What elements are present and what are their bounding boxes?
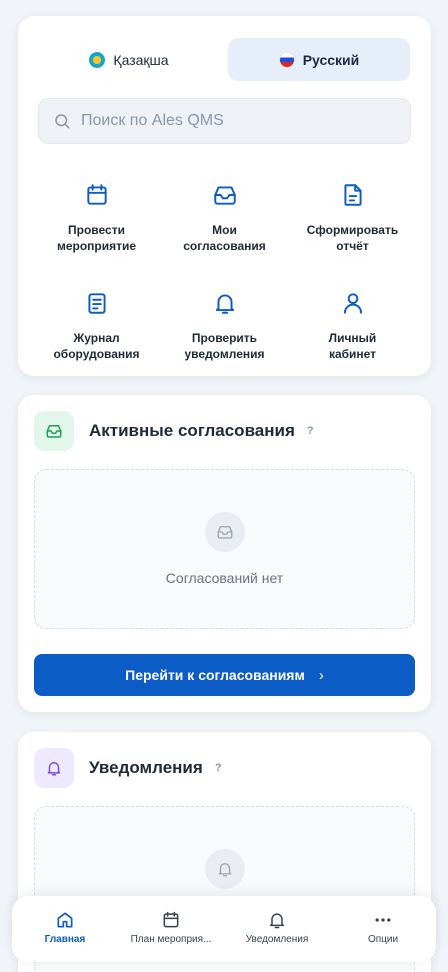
nav-options[interactable]: Опции [330,896,436,962]
quick-action-personal-account[interactable]: Личный кабинет [284,290,421,362]
nav-notifications-label: Уведомления [245,934,309,945]
nav-notifications[interactable]: Уведомления [224,896,330,962]
empty-bell-icon [205,849,245,889]
approvals-empty-state: Согласований нет [34,469,415,629]
search-bar[interactable] [38,98,411,144]
nav-home-label: Главная [44,934,86,945]
calendar-icon [86,184,107,205]
calendar-icon [163,911,179,928]
quick-action-label: Личный кабинет [328,331,377,361]
bell-icon [215,294,234,314]
approvals-title: Активные согласования [89,421,295,440]
nav-options-label: Опции [367,934,399,945]
notifications-title: Уведомления [89,758,203,777]
user-icon [343,293,362,314]
quick-action-label: Провести мероприятие [56,223,137,253]
quick-action-check-notifications[interactable]: Проверить уведомления [156,290,293,362]
search-icon [55,114,70,129]
approvals-header: Активные согласования ? [34,411,314,451]
quick-action-label: Проверить уведомления [184,331,265,361]
quick-actions-card: Қазақша Русский Провестимероприятие Моис… [18,16,431,376]
empty-inbox-icon [205,512,245,552]
notifications-icon-badge [34,748,74,788]
quick-action-label: Журнал оборудования [53,331,140,361]
notifications-header: Уведомления ? [34,748,222,788]
inbox-icon [213,186,236,205]
approvals-help-button[interactable]: ? [307,425,314,437]
language-russian-label: Русский [302,51,360,68]
inbox-icon [46,425,62,438]
quick-action-label: Сформировать отчёт [306,223,399,253]
notifications-help-button[interactable]: ? [215,762,222,774]
approvals-empty-text: Согласований нет [165,570,284,586]
bell-icon [47,762,61,776]
nav-event-plan[interactable]: План мероприя... [118,896,224,962]
kazakhstan-flag-icon [89,51,106,68]
quick-action-conduct-event[interactable]: Провести мероприятие [28,182,165,254]
quick-action-label: Мои согласования [183,223,266,253]
home-icon [57,912,73,928]
language-switch: Қазақша Русский [38,38,411,82]
go-to-approvals-label: Перейти к согласованиям [125,667,305,683]
language-russian-button[interactable]: Русский [228,38,410,81]
approvals-icon-badge [34,411,74,451]
language-kazakh-label: Қазақша [113,51,169,68]
search-input[interactable] [81,112,381,130]
bell-icon [270,913,284,929]
journal-icon [87,293,106,314]
language-kazakh-button[interactable]: Қазақша [38,38,220,81]
russia-flag-icon [278,51,295,68]
nav-home[interactable]: Главная [12,896,118,962]
go-to-approvals-button[interactable]: Перейти к согласованиям › [34,654,415,696]
document-icon [343,184,362,206]
active-approvals-card: Активные согласования ? Согласований нет… [18,395,431,712]
nav-event-plan-label: План мероприя... [130,934,212,945]
chevron-right-icon: › [318,666,324,684]
more-icon [375,918,391,922]
quick-action-my-approvals[interactable]: Мои согласования [156,182,293,254]
bottom-navigation: Главная План мероприя... Уведомления Опц… [12,896,436,962]
quick-action-create-report[interactable]: Сформировать отчёт [284,182,421,254]
quick-action-equipment-journal[interactable]: Журнал оборудования [28,290,165,362]
